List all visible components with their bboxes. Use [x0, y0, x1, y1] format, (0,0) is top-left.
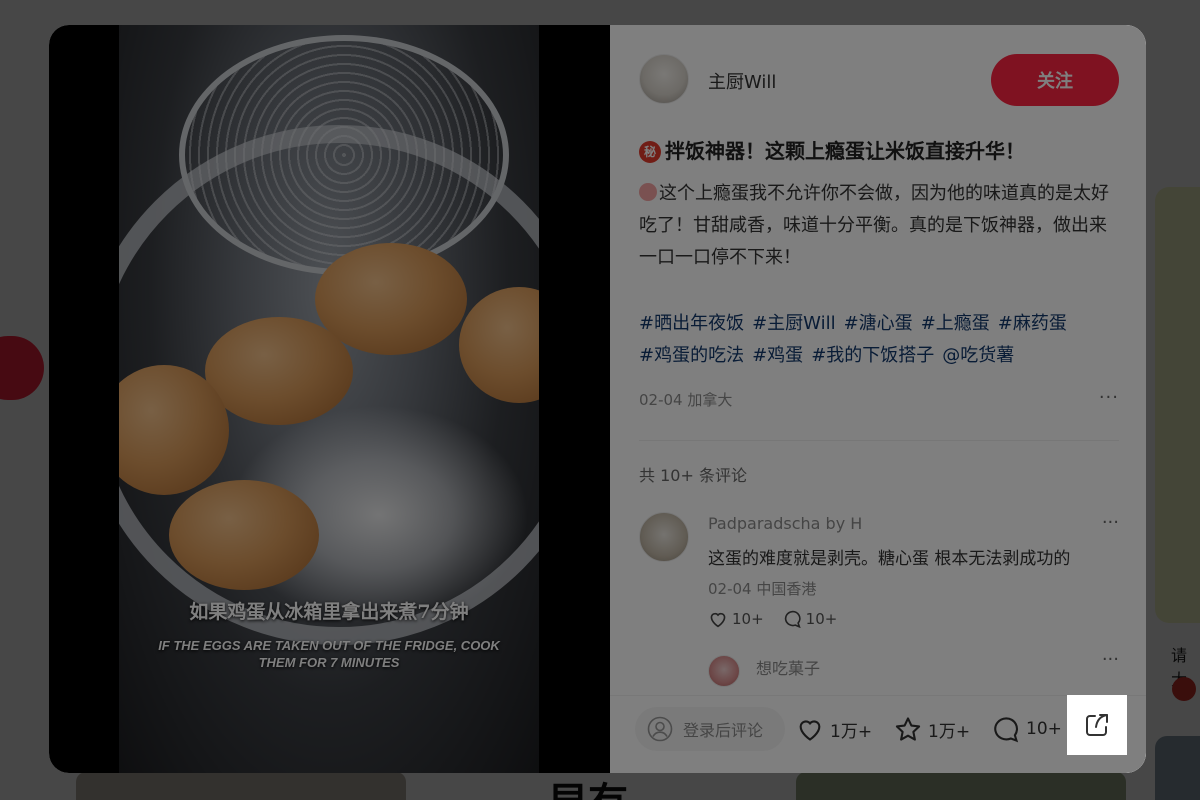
author-row: 主厨Will 关注: [639, 54, 1119, 106]
note-description-text: 这个上瘾蛋我不允许你不会做，因为他的味道真的是太好吃了！甘甜咸香，味道十分平衡。…: [639, 183, 1109, 268]
egg-image: [205, 317, 353, 425]
video-subtitle-english: IF THE EGGS ARE TAKEN OUT OF THE FRIDGE,…: [158, 638, 500, 670]
commenter-name[interactable]: 想吃菓子: [756, 655, 820, 679]
comment-more-icon[interactable]: ···: [1102, 512, 1119, 533]
strainer-image: [179, 35, 509, 275]
note-more-icon[interactable]: ···: [1099, 387, 1119, 408]
comment-like-button[interactable]: 10+: [708, 610, 764, 628]
video-player[interactable]: 如果鸡蛋从冰箱里拿出来煮7分钟 IF THE EGGS ARE TAKEN OU…: [49, 25, 610, 773]
like-count: 1万+: [830, 721, 873, 742]
heart-icon: [708, 610, 728, 628]
pig-emoji-icon: [639, 183, 657, 201]
tag-link[interactable]: #晒出年夜饭: [639, 313, 744, 334]
secret-badge-icon: 秘: [639, 141, 661, 163]
tag-link[interactable]: #麻药蛋: [998, 313, 1067, 334]
comment-text: 这蛋的难度就是剥壳。糖心蛋 根本无法剥成功的: [708, 549, 1071, 569]
comment-actions: 10+ 10+: [708, 610, 837, 628]
comment-count: 共 10+ 条评论: [639, 466, 747, 485]
share-button[interactable]: [1067, 695, 1127, 755]
note-date-location: 02-04 加拿大: [639, 391, 733, 409]
tag-list: #晒出年夜饭 #主厨Will #溏心蛋 #上瘾蛋 #麻药蛋 #鸡蛋的吃法 #鸡蛋 #我的下饭…: [639, 308, 1129, 372]
comment-reply-button[interactable]: 10+: [782, 610, 838, 628]
tag-link[interactable]: #鸡蛋: [752, 345, 803, 366]
author-avatar[interactable]: [639, 54, 689, 104]
note-detail-modal: 如果鸡蛋从冰箱里拿出来煮7分钟 IF THE EGGS ARE TAKEN OU…: [49, 25, 1146, 773]
mention-link[interactable]: @吃货薯: [942, 345, 1014, 366]
comment-more-icon[interactable]: ···: [1102, 655, 1119, 670]
comment-count-bottom: 10+: [1026, 719, 1062, 739]
comment-date-location: 02-04 中国香港: [708, 580, 817, 598]
commenter-avatar[interactable]: [708, 655, 740, 687]
commenter-avatar[interactable]: [639, 512, 689, 562]
commenter-name[interactable]: Padparadscha by H: [708, 514, 862, 533]
note-meta: 02-04 加拿大 ···: [639, 387, 1119, 413]
note-info-panel: 主厨Will 关注 秘拌饭神器！这颗上瘾蛋让米饭直接升华！ 这个上瘾蛋我不允许你…: [610, 25, 1146, 773]
comment-button[interactable]: 10+: [992, 707, 1062, 751]
comment-item: Padparadscha by H 这蛋的难度就是剥壳。糖心蛋 根本无法剥成功的…: [639, 512, 1119, 642]
author-name[interactable]: 主厨Will: [708, 68, 776, 94]
reply-icon: [782, 610, 802, 628]
heart-icon: [796, 716, 824, 742]
user-icon: [647, 716, 673, 742]
like-button[interactable]: 1万+: [796, 707, 872, 751]
divider: [639, 440, 1119, 441]
comment-item: 想吃菓子 ···: [639, 655, 1119, 695]
star-icon: [894, 716, 922, 743]
comment-like-count: 10+: [732, 610, 764, 628]
collect-button[interactable]: 1万+: [894, 707, 970, 751]
engagement-bar: 登录后评论 1万+ 1万+ 10+: [610, 695, 1146, 773]
comment-placeholder: 登录后评论: [683, 721, 764, 740]
collect-count: 1万+: [928, 721, 971, 742]
follow-button[interactable]: 关注: [991, 54, 1119, 106]
video-subtitle-chinese: 如果鸡蛋从冰箱里拿出来煮7分钟: [189, 601, 469, 623]
comment-bubble-icon: [992, 716, 1020, 743]
comment-reply-count: 10+: [805, 610, 838, 628]
egg-image: [169, 480, 319, 590]
note-description: 这个上瘾蛋我不允许你不会做，因为他的味道真的是太好吃了！甘甜咸香，味道十分平衡。…: [639, 178, 1123, 274]
tag-link[interactable]: #上瘾蛋: [921, 313, 990, 334]
video-frame[interactable]: 如果鸡蛋从冰箱里拿出来煮7分钟 IF THE EGGS ARE TAKEN OU…: [119, 25, 539, 773]
note-title: 秘拌饭神器！这颗上瘾蛋让米饭直接升华！: [639, 137, 1119, 165]
tag-link[interactable]: #鸡蛋的吃法: [639, 345, 744, 366]
tag-link[interactable]: #主厨Will: [752, 313, 836, 334]
share-icon: [1082, 710, 1112, 740]
tag-link[interactable]: #溏心蛋: [844, 313, 913, 334]
tag-link[interactable]: #我的下饭搭子: [811, 345, 934, 366]
note-title-text: 拌饭神器！这颗上瘾蛋让米饭直接升华！: [665, 139, 1025, 163]
comment-login-input[interactable]: 登录后评论: [635, 707, 785, 751]
